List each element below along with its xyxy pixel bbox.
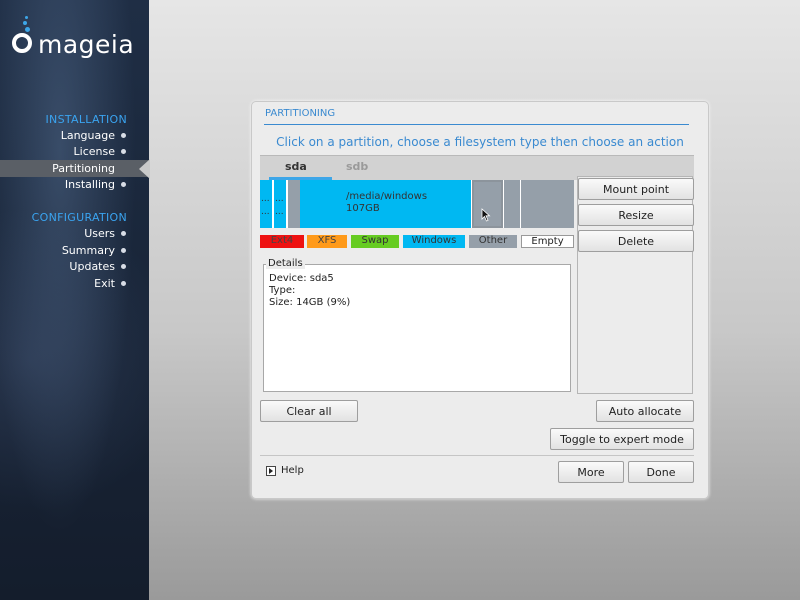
instruction-text: Click on a partition, choose a filesyste… <box>276 135 684 149</box>
legend-xfs: XFS <box>307 235 347 248</box>
partition-dots-label: ... <box>275 194 284 204</box>
clear-all-button[interactable]: Clear all <box>260 400 358 422</box>
partition-bar: ...... ...... /media/windows 107GB <box>260 180 574 228</box>
logo-ring-icon <box>12 33 32 53</box>
partition-mount-label: /media/windows <box>346 191 428 202</box>
tab-sdb[interactable]: sdb <box>346 160 368 173</box>
nav-item-updates[interactable]: Updates <box>0 258 149 275</box>
help-label: Help <box>281 465 304 476</box>
nav-item-users[interactable]: Users <box>0 225 149 242</box>
configuration-section-title: CONFIGURATION <box>31 211 127 224</box>
resize-button[interactable]: Resize <box>578 204 694 226</box>
mount-point-button[interactable]: Mount point <box>578 178 694 200</box>
bullet-icon <box>121 133 126 138</box>
nav-item-partitioning[interactable]: Partitioning <box>0 159 150 179</box>
bullet-icon <box>121 231 126 236</box>
nav-item-license[interactable]: License <box>0 143 149 160</box>
partition-segment-windows[interactable]: /media/windows 107GB <box>300 180 471 228</box>
partition-segment[interactable] <box>288 180 300 228</box>
help-arrow-icon <box>266 466 276 476</box>
details-type: Type: <box>269 285 296 296</box>
nav-item-exit[interactable]: Exit <box>0 275 149 292</box>
partition-segment[interactable]: ...... <box>274 180 286 228</box>
more-button[interactable]: More <box>558 461 624 483</box>
title-divider <box>264 124 689 125</box>
done-button[interactable]: Done <box>628 461 694 483</box>
installation-section-title: INSTALLATION <box>45 113 127 126</box>
toggle-expert-mode-button[interactable]: Toggle to expert mode <box>550 428 694 450</box>
nav-item-label: Installing <box>64 178 115 191</box>
details-device: Device: sda5 <box>269 273 334 284</box>
legend-windows: Windows <box>403 235 465 248</box>
partition-dots-label: ... <box>261 194 270 204</box>
bullet-icon <box>121 264 126 269</box>
tab-sda[interactable]: sda <box>285 160 307 173</box>
details-legend: Details <box>266 258 305 269</box>
dialog-title: PARTITIONING <box>265 108 336 119</box>
nav-item-installing[interactable]: Installing <box>0 176 149 193</box>
details-box: Details Device: sda5 Type: Size: 14GB (9… <box>263 258 571 392</box>
legend-other: Other <box>469 235 517 248</box>
nav-item-label: Language <box>60 129 115 142</box>
partition-dots-label: ... <box>261 207 270 217</box>
bullet-icon <box>121 281 126 286</box>
details-size: Size: 14GB (9%) <box>269 297 351 308</box>
partition-segment[interactable] <box>504 180 520 228</box>
partition-segment[interactable] <box>521 180 574 228</box>
bullet-icon <box>121 149 126 154</box>
legend-empty: Empty <box>521 235 574 248</box>
legend-ext4: Ext4 <box>260 235 304 248</box>
nav-item-label: Summary <box>61 244 115 257</box>
partition-size-label: 107GB <box>346 203 380 214</box>
auto-allocate-button[interactable]: Auto allocate <box>596 400 694 422</box>
nav-item-label: Exit <box>94 277 115 290</box>
mouse-cursor-icon <box>481 208 491 222</box>
nav-item-summary[interactable]: Summary <box>0 242 149 259</box>
partition-dots-label: ... <box>275 207 284 217</box>
nav-item-label: Updates <box>69 260 115 273</box>
partitioning-dialog: PARTITIONING Click on a partition, choos… <box>251 101 709 499</box>
logo-wordmark: mageia <box>38 30 135 59</box>
legend-swap: Swap <box>351 235 399 248</box>
bullet-icon <box>121 182 126 187</box>
partition-segment[interactable]: ...... <box>260 180 272 228</box>
footer-divider <box>260 455 694 456</box>
delete-button[interactable]: Delete <box>578 230 694 252</box>
mageia-logo: mageia <box>12 16 144 59</box>
nav-item-language[interactable]: Language <box>0 127 149 144</box>
bullet-icon <box>121 248 126 253</box>
nav-item-label: Users <box>84 227 115 240</box>
nav-item-label: License <box>73 145 115 158</box>
sidebar: mageia INSTALLATION Language License Par… <box>0 0 150 600</box>
nav-item-label: Partitioning <box>52 162 115 175</box>
